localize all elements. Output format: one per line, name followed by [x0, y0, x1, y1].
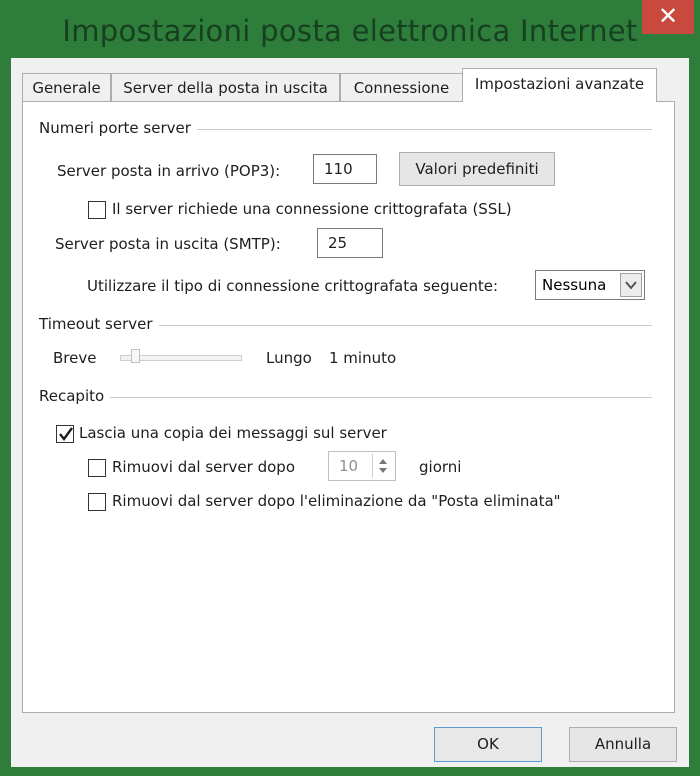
tab-panel: Numeri porte server Server posta in arri…	[22, 101, 675, 713]
remove-deleted-checkbox[interactable]	[88, 493, 106, 511]
days-label: giorni	[419, 458, 462, 476]
tab-connessione[interactable]: Connessione	[340, 73, 463, 101]
ok-button[interactable]: OK	[434, 727, 542, 762]
remove-after-days-input[interactable]: 10	[328, 451, 396, 481]
remove-after-label: Rimuovi dal server dopo	[112, 458, 295, 476]
close-button[interactable]: ✕	[642, 0, 694, 34]
window-title: Impostazioni posta elettronica Internet	[62, 14, 638, 48]
ports-group-label: Numeri porte server	[39, 119, 197, 137]
timeout-long-label: Lungo	[266, 349, 312, 367]
spin-arrows-icon[interactable]	[372, 454, 393, 478]
pop3-port-input[interactable]: 110	[313, 154, 377, 184]
remove-deleted-label: Rimuovi dal server dopo l'eliminazione d…	[112, 492, 561, 510]
smtp-label: Server posta in uscita (SMTP):	[55, 235, 281, 253]
defaults-button[interactable]: Valori predefiniti	[399, 152, 555, 186]
timeout-slider-thumb[interactable]	[131, 349, 141, 363]
tab-server-posta-uscita[interactable]: Server della posta in uscita	[111, 73, 340, 101]
timeout-group-label: Timeout server	[39, 315, 159, 333]
dialog-window: Impostazioni posta elettronica Internet …	[0, 0, 700, 776]
keep-copy-checkbox[interactable]	[56, 425, 74, 443]
ssl-label: Il server richiede una connessione critt…	[112, 200, 512, 218]
chevron-down-icon[interactable]	[620, 273, 642, 297]
timeout-value-label: 1 minuto	[329, 349, 397, 367]
tab-generale[interactable]: Generale	[22, 73, 111, 101]
dialog-client-area: Generale Server della posta in uscita Co…	[11, 58, 689, 767]
tab-impostazioni-avanzate[interactable]: Impostazioni avanzate	[462, 68, 657, 102]
encryption-select[interactable]: Nessuna	[535, 270, 645, 300]
cancel-button[interactable]: Annulla	[569, 727, 677, 762]
keep-copy-label: Lascia una copia dei messaggi sul server	[79, 424, 387, 442]
remove-after-checkbox[interactable]	[88, 459, 106, 477]
timeout-short-label: Breve	[53, 349, 97, 367]
remove-after-days-value: 10	[339, 457, 359, 475]
delivery-group-label: Recapito	[39, 387, 111, 405]
ssl-checkbox[interactable]	[88, 201, 106, 219]
smtp-port-input[interactable]: 25	[317, 228, 383, 258]
encryption-label: Utilizzare il tipo di connessione critto…	[87, 277, 499, 295]
delivery-group-rule	[39, 397, 652, 398]
encryption-select-value: Nessuna	[542, 276, 607, 294]
checkmark-icon	[59, 427, 73, 441]
pop3-label: Server posta in arrivo (POP3):	[57, 162, 281, 180]
